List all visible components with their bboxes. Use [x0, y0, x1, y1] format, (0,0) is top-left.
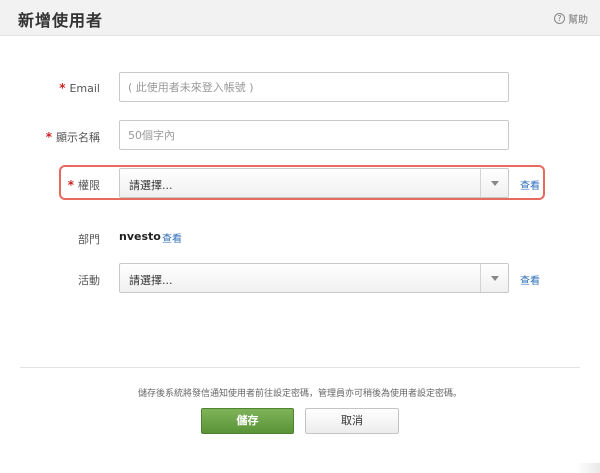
activity-label: 活動	[78, 274, 100, 287]
display-name-row: * 顯示名稱	[0, 120, 600, 152]
cancel-button[interactable]: 取消	[305, 408, 399, 434]
chevron-down-icon	[480, 169, 508, 197]
chevron-down-icon	[480, 264, 508, 292]
help-icon: ?	[554, 13, 565, 24]
required-mark: *	[67, 178, 74, 192]
email-row: * Email	[0, 72, 600, 104]
activity-view-link[interactable]: 查看	[520, 272, 540, 287]
activity-select-value: 請選擇...	[129, 274, 173, 287]
help-link[interactable]: ? 幫助	[554, 11, 588, 26]
role-label: * 權限	[67, 178, 100, 192]
activity-row: 活動 請選擇... 查看	[0, 263, 600, 295]
department-label: 部門	[78, 233, 100, 246]
department-view-link[interactable]: 查看	[162, 230, 182, 245]
required-mark: *	[45, 130, 52, 144]
page-title: 新增使用者	[18, 11, 104, 30]
role-view-link[interactable]: 查看	[520, 177, 540, 192]
display-name-input[interactable]	[119, 120, 509, 150]
corner-shadow	[576, 463, 600, 473]
footer-divider	[20, 367, 580, 368]
role-select-value: 請選擇...	[129, 179, 173, 192]
email-input[interactable]	[119, 72, 509, 102]
department-value: nvesto	[119, 230, 161, 243]
department-row: 部門 nvesto 查看	[0, 222, 600, 254]
save-button[interactable]: 儲存	[201, 408, 294, 434]
page-header: 新增使用者 ? 幫助	[0, 0, 600, 36]
help-label: 幫助	[568, 15, 588, 26]
email-label: * Email	[59, 81, 100, 95]
password-notice: 儲存後系統將發信通知使用者前往設定密碼，管理員亦可稍後為使用者設定密碼。	[137, 389, 462, 399]
display-name-label: * 顯示名稱	[45, 130, 100, 144]
role-select[interactable]: 請選擇...	[119, 168, 509, 198]
activity-select[interactable]: 請選擇...	[119, 263, 509, 293]
role-row: * 權限 請選擇... 查看	[0, 168, 600, 200]
required-mark: *	[59, 81, 66, 95]
